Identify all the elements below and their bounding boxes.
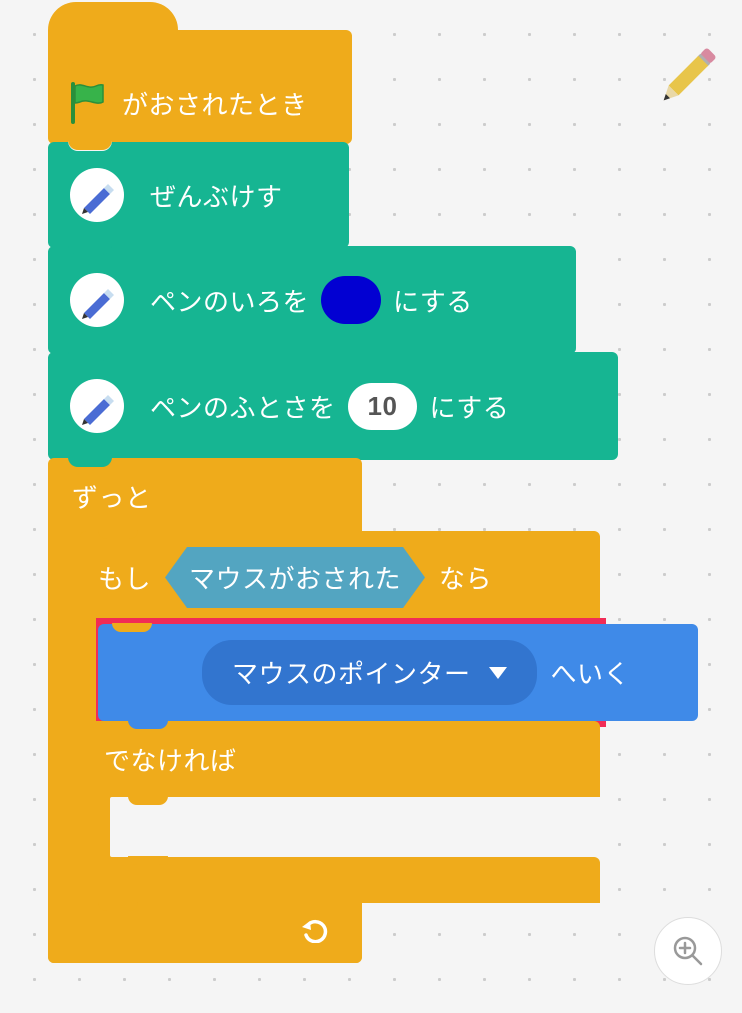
pen-set-size-suffix: にする xyxy=(429,388,509,425)
forever-label: ずっと xyxy=(48,458,362,531)
pen-icon xyxy=(70,379,124,433)
pen-set-size-prefix: ペンのふとさを xyxy=(150,388,336,425)
if-label: もし xyxy=(98,559,151,596)
goto-suffix: へいく xyxy=(551,654,631,691)
pen-icon xyxy=(70,168,124,222)
pen-set-color-suffix: にする xyxy=(393,282,473,319)
pen-set-color-block[interactable]: ペンのいろを にする xyxy=(48,246,576,354)
if-else-block[interactable]: もし マウスがおされた なら マウスのポインター へいく xyxy=(80,531,600,903)
chevron-down-icon xyxy=(489,667,507,679)
goto-target-dropdown[interactable]: マウスのポインター xyxy=(202,640,537,705)
else-label: でなければ xyxy=(80,721,600,797)
pen-color-swatch[interactable] xyxy=(321,276,381,324)
pen-erase-all-block[interactable]: ぜんぶけす xyxy=(48,142,349,248)
highlighted-region: マウスのポインター へいく xyxy=(102,624,600,721)
block-stack[interactable]: がおされたとき ぜんぶけす ペンのいろを にする ペンのふとさを 10 にする xyxy=(48,30,618,963)
goto-block[interactable]: マウスのポインター へいく xyxy=(98,624,698,721)
hat-label: がおされたとき xyxy=(122,85,308,122)
forever-block[interactable]: ずっと もし マウスがおされた なら マウスのポインター xyxy=(48,458,362,963)
pen-erase-all-label: ぜんぶけす xyxy=(150,177,283,214)
pen-set-color-prefix: ペンのいろを xyxy=(150,282,309,319)
when-flag-clicked-block[interactable]: がおされたとき xyxy=(48,30,352,144)
else-slot[interactable] xyxy=(110,797,600,857)
green-flag-icon xyxy=(70,82,106,122)
pencil-tool-icon[interactable] xyxy=(646,36,728,118)
loop-arrow-icon xyxy=(302,917,332,950)
then-label: なら xyxy=(439,559,492,596)
pen-set-size-block[interactable]: ペンのふとさを 10 にする xyxy=(48,352,618,460)
mouse-down-condition[interactable]: マウスがおされた xyxy=(165,547,425,608)
pen-size-input[interactable]: 10 xyxy=(348,383,418,430)
zoom-in-button[interactable] xyxy=(654,917,722,985)
pen-icon xyxy=(70,273,124,327)
forever-bottom xyxy=(48,903,362,963)
goto-target-label: マウスのポインター xyxy=(232,654,471,691)
